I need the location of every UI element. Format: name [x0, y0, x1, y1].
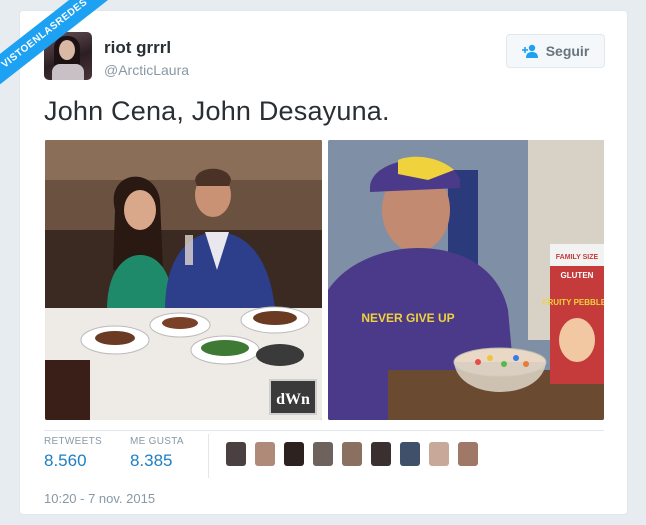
user-handle[interactable]: @ArcticLaura	[104, 62, 189, 78]
person-plus-icon	[521, 44, 540, 58]
liker-avatar[interactable]	[342, 442, 362, 466]
retweets-label: RETWEETS	[44, 436, 102, 447]
tweet-timestamp[interactable]: 10:20 - 7 nov. 2015	[44, 491, 155, 506]
liker-avatar[interactable]	[400, 442, 420, 466]
likes-value: 8.385	[129, 451, 173, 470]
tweet-text: John Cena, John Desayuna.	[44, 96, 390, 126]
avatar-face	[59, 40, 75, 60]
stats-divider	[44, 430, 604, 431]
follow-button[interactable]: Seguir	[506, 34, 605, 68]
avatar-shirt	[52, 64, 84, 80]
shirt-text: NEVER GIVE UP	[361, 311, 454, 325]
retweets-value: 8.560	[44, 451, 87, 470]
follow-button-label: Seguir	[545, 43, 590, 59]
box-sub-text: GLUTEN	[561, 271, 594, 280]
stats-vertical-divider	[208, 434, 209, 478]
liker-avatar[interactable]	[284, 442, 304, 466]
liker-avatar[interactable]	[371, 442, 391, 466]
engagement-stats: RETWEETS 8.560 ME GUSTA 8.385	[44, 436, 212, 471]
liker-avatar[interactable]	[429, 442, 449, 466]
liker-avatar[interactable]	[458, 442, 478, 466]
tweet-photo-dinner[interactable]: dWn	[45, 140, 322, 420]
dwn-logo-text: dWn	[276, 391, 310, 408]
box-text: FAMILY SIZE	[556, 254, 599, 261]
likes-label: ME GUSTA	[129, 436, 184, 447]
box-brand-text: FRUITY PEBBLES	[543, 298, 604, 307]
likes-stat[interactable]: ME GUSTA 8.385	[130, 436, 184, 471]
retweets-stat[interactable]: RETWEETS 8.560	[44, 436, 102, 471]
liker-avatars	[226, 442, 478, 466]
liker-avatar[interactable]	[255, 442, 275, 466]
tweet-photo-breakfast[interactable]: NEVER GIVE UP FAMILY SIZE GLUTEN FRUITY …	[328, 140, 604, 420]
liker-avatar[interactable]	[313, 442, 333, 466]
liker-avatar[interactable]	[226, 442, 246, 466]
user-name[interactable]: riot grrrl	[104, 38, 171, 58]
